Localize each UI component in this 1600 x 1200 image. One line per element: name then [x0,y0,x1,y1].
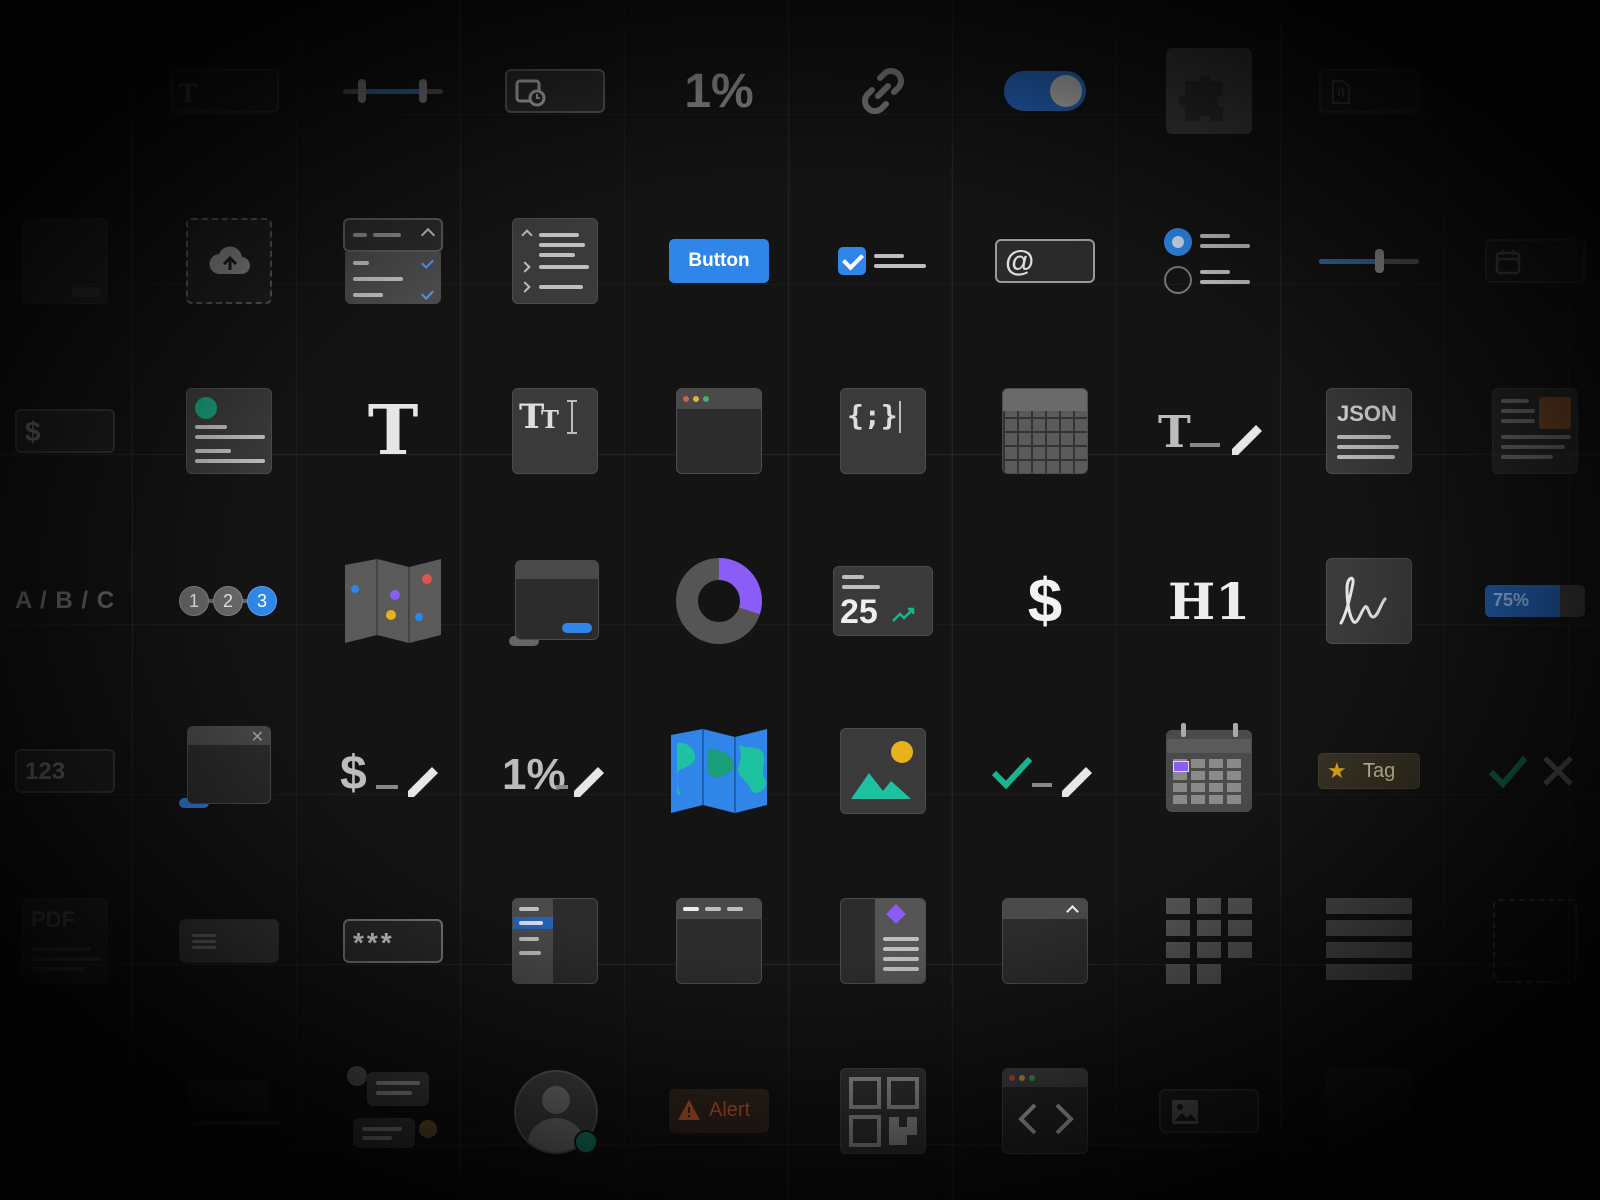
tabs-window-icon [659,891,779,991]
menu-button-icon [169,891,289,991]
pdf-icon: PDF [5,891,125,991]
file-attachment-icon [1309,41,1429,141]
world-map-icon [659,721,779,821]
window-with-button-icon [495,551,615,651]
dialog-icon: ✕ [169,721,289,821]
segmented-options-icon: A / B / C [14,587,116,614]
blank-card-icon [1309,1061,1429,1161]
progress-bar-icon: 75% [1475,551,1595,651]
modal-icon [5,211,125,311]
stat-card-icon: 25 [823,551,943,651]
radio-group-icon [1149,211,1269,311]
text-icon: T [367,391,419,471]
email-field-icon: @ [985,211,1105,311]
date-field-icon [1475,211,1595,311]
dollar-icon: $ [1027,566,1063,636]
donut-chart-icon [659,551,779,651]
profile-card-icon [169,381,289,481]
sidebar-layout-icon [495,891,615,991]
number-field-icon: 123 [5,721,125,821]
stepper-icon: 1 2 3 [169,551,289,651]
collapsible-panel-icon [985,891,1105,991]
calendar-icon [1149,721,1269,821]
tag-icon: ★ Tag [1309,721,1429,821]
edit-percent-icon: 1% [495,721,615,821]
percent-icon: 1% [684,64,754,118]
currency-field-icon: $ [5,381,125,481]
stacked-rows-icon [1309,891,1429,991]
json-field-icon: JSON [1309,381,1429,481]
image-icon [823,721,943,821]
link-icon [823,41,943,141]
rich-text-field-icon: T [165,41,285,141]
component-palette: T 1% Button @ $ T T T {;} T JSON A / B /… [0,0,1600,1200]
button-label: Button [669,239,769,283]
edit-text-icon: T [1149,381,1269,481]
text-input-icon: T T [495,381,615,481]
avatar-icon [495,1061,615,1161]
qr-code-icon [823,1061,943,1161]
tree-list-icon [495,211,615,311]
datetime-field-icon [495,41,615,141]
slider-icon [1309,211,1429,311]
grid-layout-icon [1149,891,1269,991]
code-input-icon: {;} [823,381,943,481]
browser-window-icon [659,381,779,481]
puzzle-icon [1149,41,1269,141]
checkbox-icon [823,211,943,311]
table-icon [985,381,1105,481]
code-window-icon [985,1061,1105,1161]
button-icon: Button [659,211,779,311]
alert-icon: Alert [659,1061,779,1161]
multi-select-dropdown-icon [333,211,453,311]
media-card-icon [1475,381,1595,481]
signature-icon [1309,551,1429,651]
range-slider-icon [333,41,453,141]
donut-slice [718,558,762,615]
upload-icon [169,211,289,311]
edit-currency-icon: $ [333,721,453,821]
image-field-icon [1149,1061,1269,1161]
detail-panel-icon [823,891,943,991]
edit-boolean-icon [985,721,1105,821]
svg-text:$: $ [340,747,367,800]
svg-text:1%: 1% [502,750,566,799]
svg-text:T: T [1158,407,1191,458]
chat-icon [333,1061,453,1161]
yes-no-icon [1475,721,1595,821]
map-pins-icon [333,551,453,651]
empty-container-icon [1475,891,1595,991]
password-field-icon: *** [333,891,453,991]
toggle-icon [985,41,1105,141]
divider-icon [169,1061,289,1161]
heading-icon: H1 [1167,571,1251,631]
